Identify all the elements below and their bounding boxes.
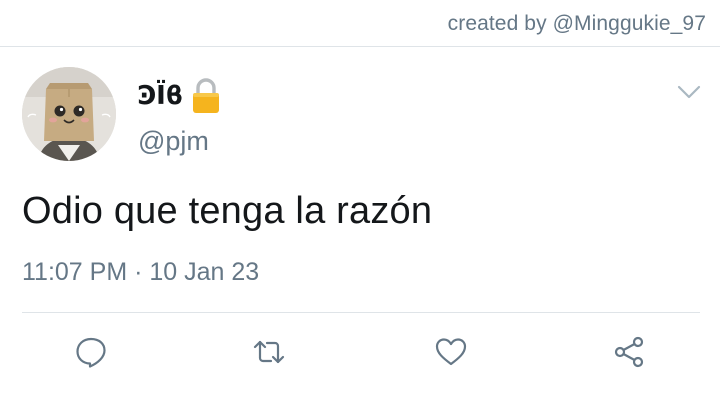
- lock-icon: [191, 78, 221, 114]
- display-name-row: ϿΪϐ: [138, 78, 221, 114]
- actions-divider: [22, 312, 700, 313]
- share-button[interactable]: [610, 333, 648, 371]
- heart-icon: [435, 338, 467, 366]
- reply-button[interactable]: [72, 333, 110, 371]
- display-name[interactable]: ϿΪϐ: [138, 81, 183, 111]
- avatar[interactable]: [22, 67, 116, 161]
- chevron-down-icon[interactable]: [676, 82, 702, 102]
- avatar-image: [22, 67, 116, 161]
- tweet-screenshot: created by @Minggukie_97 ϿΪϐ @pjm Odio q…: [0, 0, 720, 406]
- retweet-icon: [253, 340, 285, 364]
- share-icon: [614, 336, 644, 368]
- reply-icon: [76, 337, 106, 368]
- user-handle[interactable]: @pjm: [138, 126, 209, 157]
- top-divider: [0, 46, 720, 47]
- retweet-button[interactable]: [250, 333, 288, 371]
- credit-caption: created by @Minggukie_97: [447, 12, 706, 35]
- tweet-text: Odio que tenga la razón: [22, 190, 433, 232]
- tweet-timestamp[interactable]: 11:07 PM · 10 Jan 23: [22, 258, 259, 287]
- like-button[interactable]: [432, 333, 470, 371]
